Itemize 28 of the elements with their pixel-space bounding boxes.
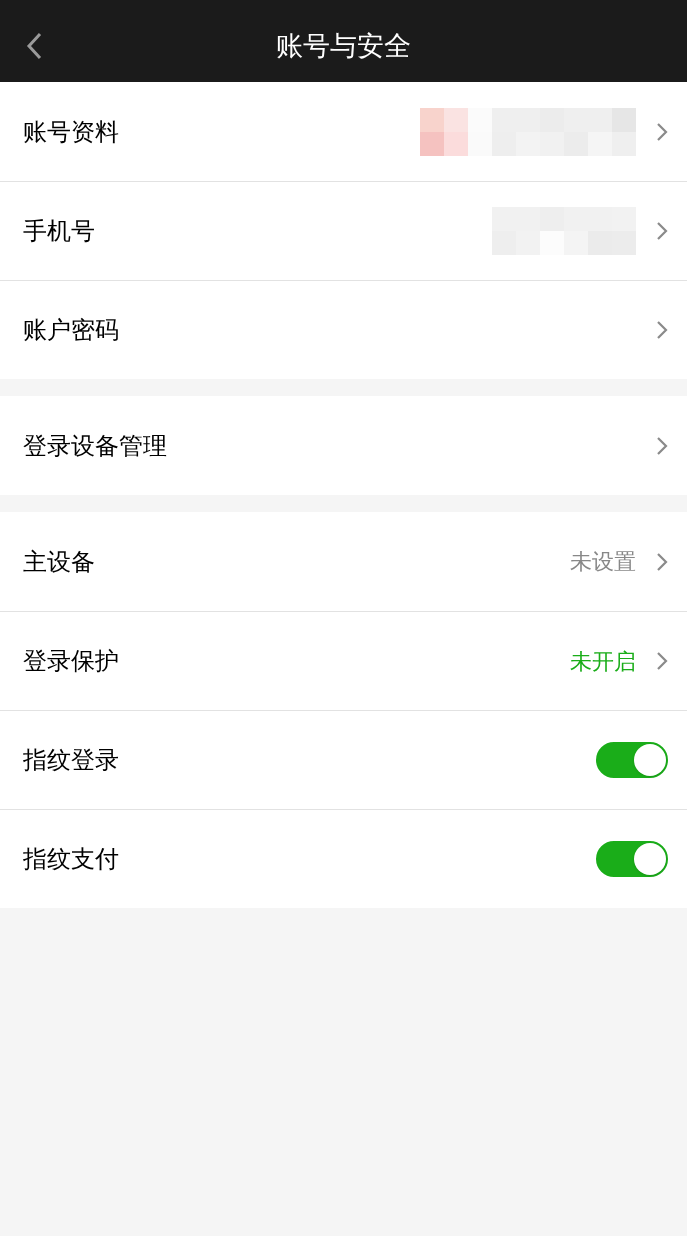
- settings-row[interactable]: 手机号: [0, 181, 687, 280]
- chevron-icon: [656, 221, 668, 241]
- settings-row[interactable]: 主设备 未设置: [0, 512, 687, 611]
- toggle-switch[interactable]: [596, 742, 668, 778]
- row-value: 未设置: [570, 548, 636, 576]
- settings-row[interactable]: 账号资料: [0, 82, 687, 181]
- toggle-switch[interactable]: [596, 841, 668, 877]
- chevron-icon: [656, 551, 668, 572]
- row-label: 账号资料: [23, 116, 120, 148]
- chevron-icon: [656, 121, 668, 142]
- settings-row[interactable]: 登录设备管理: [0, 396, 687, 495]
- row-label: 主设备: [23, 546, 96, 578]
- chevron-icon: [656, 435, 668, 456]
- row-label: 账户密码: [23, 315, 120, 346]
- settings-row[interactable]: 指纹登录: [0, 710, 687, 809]
- chevron-icon: [656, 320, 668, 340]
- row-value: 未开启: [570, 647, 636, 676]
- settings-row[interactable]: 登录保护 未开启: [0, 611, 687, 710]
- settings-row[interactable]: 账户密码: [0, 280, 687, 379]
- chevron-icon: [656, 651, 668, 671]
- row-label: 指纹登录: [23, 745, 120, 776]
- nav-title: 账号与安全: [276, 28, 411, 63]
- row-label: 登录保护: [23, 646, 120, 677]
- row-label: 登录设备管理: [23, 430, 168, 462]
- back-icon[interactable]: [26, 32, 42, 60]
- settings-row[interactable]: 指纹支付: [0, 809, 687, 908]
- row-label: 指纹支付: [23, 844, 120, 875]
- row-label: 手机号: [23, 216, 96, 247]
